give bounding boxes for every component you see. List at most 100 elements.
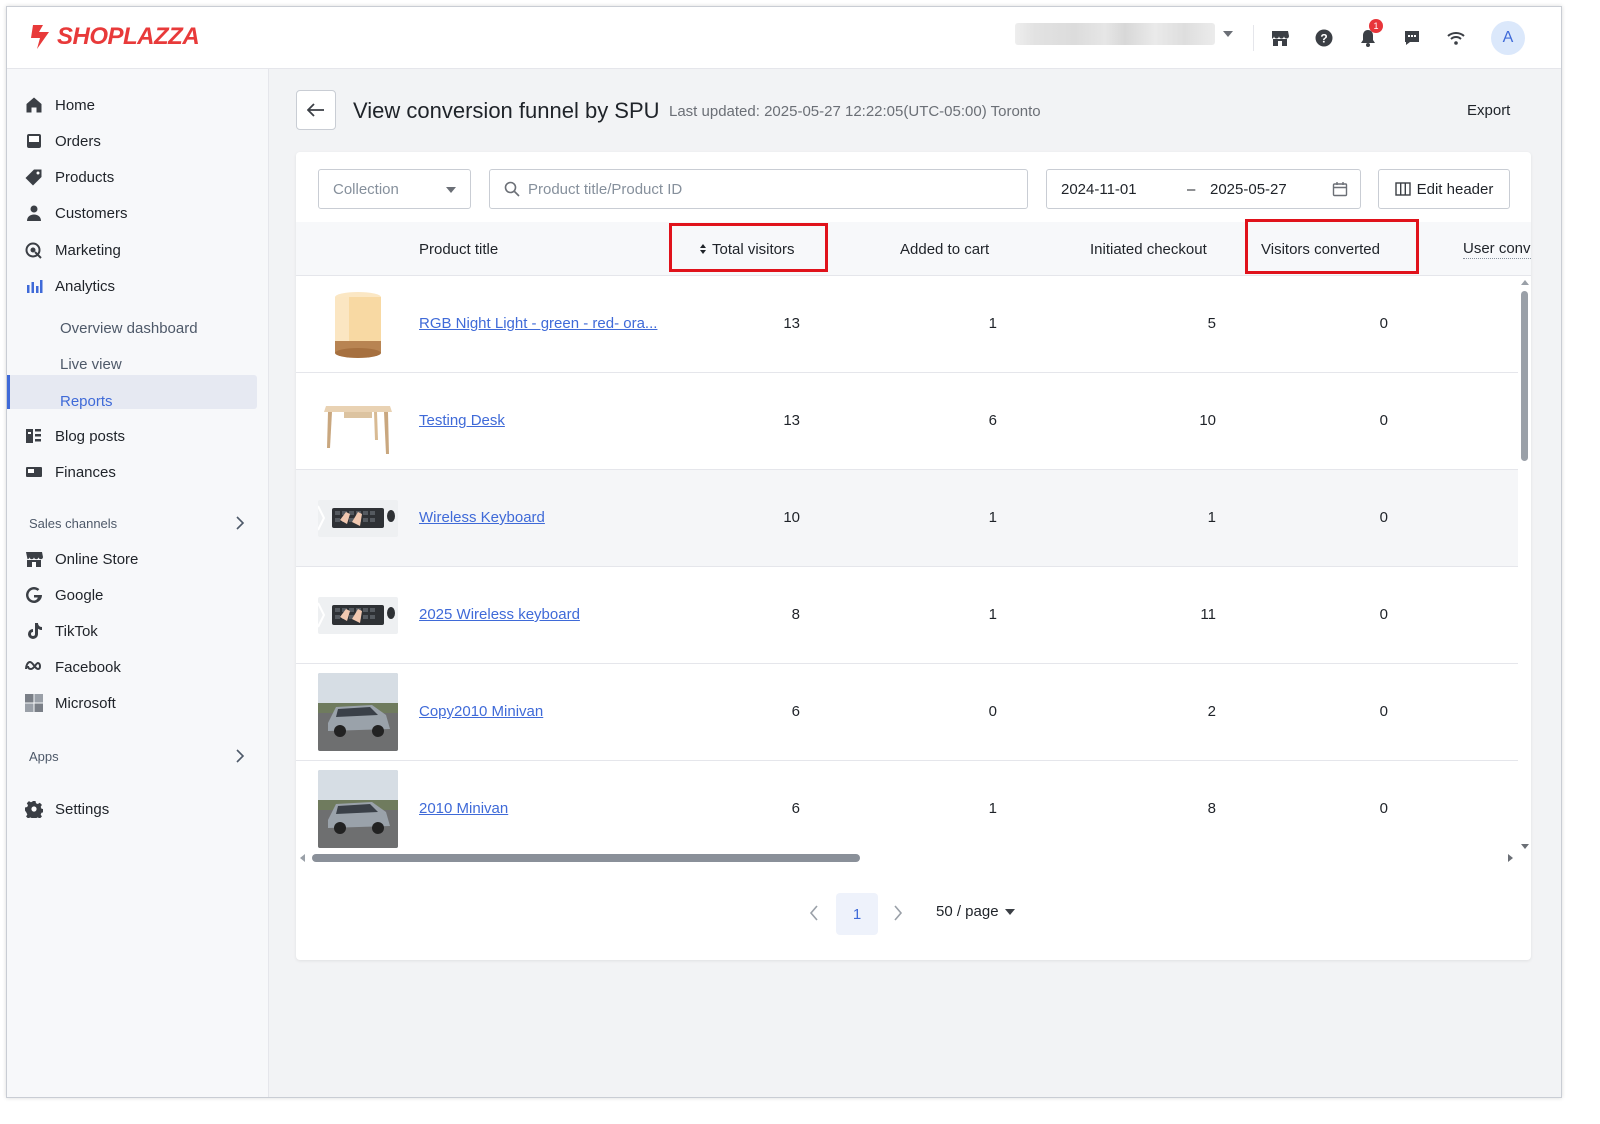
table-row[interactable]: 2025 Wireless keyboard 8 1 11 0 (296, 567, 1518, 664)
columns-icon (1394, 182, 1411, 196)
sidebar-item-facebook[interactable]: Facebook (25, 653, 121, 681)
home-icon (26, 97, 42, 113)
table-row[interactable]: Copy2010 Minivan 6 0 2 0 (296, 664, 1518, 761)
next-page-icon[interactable] (893, 905, 903, 921)
avatar[interactable]: A (1491, 21, 1525, 55)
chevron-right-icon[interactable] (235, 516, 245, 530)
product-title-link[interactable]: RGB Night Light - green - red- ora... (419, 315, 657, 332)
sidebar-item-finances[interactable]: Finances (25, 458, 116, 486)
help-icon[interactable]: ? (1311, 25, 1337, 51)
scroll-right-arrow-icon[interactable] (1508, 854, 1513, 862)
cell-visitors-converted: 0 (1379, 315, 1388, 332)
storefront-icon[interactable] (1267, 25, 1293, 51)
column-header-product-title[interactable]: Product title (419, 222, 498, 276)
finance-icon (26, 467, 42, 477)
tiktok-icon (28, 623, 42, 639)
edit-header-button[interactable]: Edit header (1378, 169, 1510, 209)
table-row[interactable]: 2010 Minivan 6 1 8 0 (296, 761, 1518, 851)
product-title-link[interactable]: Wireless Keyboard (419, 509, 545, 526)
inbox-icon (27, 134, 41, 148)
chevron-right-icon[interactable] (235, 749, 245, 763)
table-row[interactable]: Testing Desk 13 6 10 0 (296, 373, 1518, 470)
column-header-added-to-cart[interactable]: Added to cart (900, 222, 989, 276)
cell-initiated-checkout: 8 (1207, 800, 1216, 817)
gear-icon (25, 801, 43, 818)
sidebar-item-microsoft[interactable]: Microsoft (25, 689, 116, 717)
sidebar-item-label: Finances (55, 463, 116, 481)
product-thumbnail[interactable] (318, 770, 398, 848)
bell-icon[interactable]: 1 (1355, 19, 1383, 51)
sidebar-item-home[interactable]: Home (25, 91, 95, 119)
shoplazza-logo[interactable]: SHOPLAZZA (29, 23, 200, 51)
desk-image (318, 382, 398, 460)
cell-visitors-converted: 0 (1379, 412, 1388, 429)
sidebar-item-blog-posts[interactable]: Blog posts (25, 422, 125, 450)
search-box[interactable] (489, 169, 1028, 209)
vertical-scroll-thumb[interactable] (1521, 291, 1528, 461)
search-input[interactable] (528, 180, 1008, 198)
product-thumbnail[interactable] (318, 597, 398, 634)
sidebar-item-label: Facebook (55, 658, 121, 676)
app-window: SHOPLAZZA ? 1 A Home Orders Products Cus… (6, 6, 1562, 1098)
product-thumbnail[interactable] (318, 382, 398, 460)
sidebar-item-label: Analytics (55, 277, 116, 295)
sidebar-item-label: Microsoft (55, 694, 116, 712)
table-row[interactable]: Wireless Keyboard 10 1 1 0 (296, 470, 1518, 567)
product-thumbnail[interactable] (318, 673, 398, 751)
scroll-down-arrow-icon[interactable] (1521, 844, 1529, 849)
page-number-current[interactable]: 1 (836, 893, 878, 935)
sidebar-item-orders[interactable]: Orders (25, 127, 101, 155)
sidebar-item-overview-dashboard[interactable]: Overview dashboard (60, 314, 198, 342)
sidebar-item-reports[interactable]: Reports (60, 387, 113, 415)
date-end[interactable]: 2025-05-27 (1210, 181, 1287, 198)
cell-initiated-checkout: 5 (1207, 315, 1216, 332)
page-size-select[interactable]: 50 / page (936, 903, 1015, 920)
product-title-link[interactable]: 2025 Wireless keyboard (419, 606, 580, 623)
horizontal-scroll-thumb[interactable] (312, 854, 860, 862)
highlight-box-total-visitors (669, 223, 828, 272)
sidebar-item-settings[interactable]: Settings (25, 795, 109, 823)
target-icon (25, 242, 42, 259)
sidebar-item-label: Home (55, 96, 96, 114)
sidebar-item-tiktok[interactable]: TikTok (25, 617, 98, 645)
product-title-link[interactable]: Copy2010 Minivan (419, 703, 543, 720)
logo-mark-icon (31, 25, 49, 49)
chat-icon[interactable] (1399, 25, 1425, 51)
page-title: View conversion funnel by SPU (353, 98, 660, 123)
sidebar-item-analytics[interactable]: Analytics (25, 272, 115, 300)
cell-visitors-converted: 0 (1379, 606, 1388, 623)
date-range-picker[interactable]: 2024-11-01 – 2025-05-27 (1046, 169, 1361, 209)
minivan-image (318, 673, 398, 751)
product-thumbnail[interactable] (318, 285, 398, 363)
date-start[interactable]: 2024-11-01 (1061, 181, 1137, 198)
store-name-redacted (1015, 23, 1215, 45)
store-selector[interactable] (1015, 23, 1233, 45)
product-thumbnail[interactable] (318, 500, 398, 537)
scroll-left-arrow-icon[interactable] (300, 854, 305, 862)
sidebar-item-marketing[interactable]: Marketing (25, 236, 121, 264)
cell-initiated-checkout: 10 (1199, 412, 1216, 429)
back-button[interactable] (296, 90, 336, 130)
person-icon (27, 205, 41, 221)
sidebar-item-label: Online Store (55, 550, 139, 568)
column-header-initiated-checkout[interactable]: Initiated checkout (1090, 222, 1207, 276)
product-title-link[interactable]: Testing Desk (419, 412, 505, 429)
sidebar-item-customers[interactable]: Customers (25, 199, 128, 227)
sidebar-item-live-view[interactable]: Live view (60, 350, 122, 378)
sidebar-item-online-store[interactable]: Online Store (25, 545, 138, 573)
scroll-up-arrow-icon[interactable] (1521, 280, 1529, 285)
collection-select[interactable]: Collection (318, 169, 471, 209)
wifi-icon[interactable] (1443, 25, 1469, 51)
table-row[interactable]: RGB Night Light - green - red- ora... 13… (296, 276, 1518, 373)
sidebar-item-google[interactable]: Google (25, 581, 103, 609)
table-header: Product title Total visitors Added to ca… (296, 219, 1531, 276)
column-header-user-conversion[interactable]: User conv (1463, 239, 1531, 259)
sidebar-item-label: Marketing (55, 241, 121, 259)
notification-badge: 1 (1369, 19, 1383, 33)
prev-page-icon[interactable] (809, 905, 819, 921)
svg-text:?: ? (1320, 32, 1327, 46)
product-title-link[interactable]: 2010 Minivan (419, 800, 508, 817)
export-button[interactable]: Export (1467, 102, 1510, 119)
sidebar-item-products[interactable]: Products (25, 163, 114, 191)
report-card: Collection 2024-11-01 – 2025-05-27 Edit … (296, 152, 1531, 960)
